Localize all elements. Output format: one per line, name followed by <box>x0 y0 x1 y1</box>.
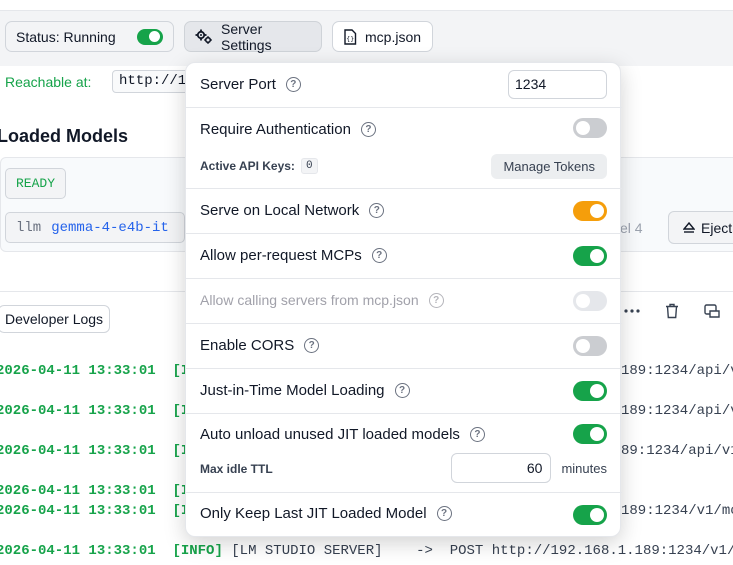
log-timestamp: 2026-04-11 13:33:01 <box>0 483 156 499</box>
jit-loading-label-wrap: Just-in-Time Model Loading ? <box>200 382 410 399</box>
max-idle-ttl-field: 60 minutes <box>451 453 607 483</box>
require-auth-label: Require Authentication <box>200 121 351 138</box>
log-level: [INFO] <box>172 543 223 559</box>
mcp-json-servers-label: Allow calling servers from mcp.json <box>200 292 419 308</box>
model-identifier[interactable]: llm gemma-4-e4b-it <box>5 212 185 243</box>
eject-label: Eject <box>701 219 733 236</box>
mcp-json-button[interactable]: {} mcp.json <box>332 21 433 52</box>
model-type-key: llm <box>16 219 42 236</box>
manage-tokens-button[interactable]: Manage Tokens <box>491 154 607 179</box>
jit-loading-label: Just-in-Time Model Loading <box>200 382 385 399</box>
help-icon[interactable]: ? <box>304 338 320 353</box>
loaded-models-title: Loaded Models <box>0 126 129 146</box>
gears-icon <box>195 29 213 45</box>
local-network-label: Serve on Local Network <box>200 202 360 219</box>
mcp-json-servers-toggle <box>573 291 607 311</box>
active-api-keys: Active API Keys: 0 <box>200 158 318 174</box>
log-toolbar <box>622 303 722 319</box>
setting-local-network: Serve on Local Network ? <box>186 189 622 234</box>
active-api-keys-label: Active API Keys: <box>200 159 295 173</box>
cors-label: Enable CORS <box>200 337 295 354</box>
copy-logs-icon[interactable] <box>702 304 722 318</box>
server-port-input[interactable]: 1234 <box>508 70 607 99</box>
local-network-label-wrap: Serve on Local Network ? <box>200 202 385 219</box>
log-message: 189:1234/v1/mo <box>621 503 733 519</box>
server-settings-popover: Server Port ? 1234 Require Authenticatio… <box>185 62 622 538</box>
log-line: 2026-04-11 13:33:01 [INFO] [LM STUDIO SE… <box>0 543 733 559</box>
setting-jit-loading: Just-in-Time Model Loading ? <box>186 369 622 414</box>
server-port-label-wrap: Server Port ? <box>200 76 301 93</box>
max-idle-ttl-label: Max idle TTL <box>200 462 273 476</box>
trash-icon[interactable] <box>662 303 682 319</box>
log-line: 2026-04-11 13:33:01 [I 189:1234/api/v <box>0 403 733 419</box>
setting-require-auth: Require Authentication ? Active API Keys… <box>186 108 622 189</box>
status-label: Status: Running <box>16 28 116 45</box>
log-timestamp: 2026-04-11 13:33:01 <box>0 543 156 559</box>
status-toggle-pill[interactable]: Status: Running <box>5 21 174 52</box>
cors-label-wrap: Enable CORS ? <box>200 337 320 354</box>
per-request-mcps-toggle[interactable] <box>573 246 607 266</box>
auto-unload-label: Auto unload unused JIT loaded models <box>200 426 460 443</box>
more-options-icon[interactable] <box>622 309 642 313</box>
log-line: 2026-04-11 13:33:01 [I 89:1234/api/v1 <box>0 443 733 459</box>
keep-last-jit-label: Only Keep Last JIT Loaded Model <box>200 505 427 522</box>
help-icon[interactable]: ? <box>285 77 301 92</box>
status-running-toggle[interactable] <box>137 28 163 45</box>
max-idle-ttl-label-wrap: Max idle TTL <box>200 462 273 476</box>
log-timestamp: 2026-04-11 13:33:01 <box>0 403 156 419</box>
svg-text:{}: {} <box>346 35 354 43</box>
log-timestamp: 2026-04-11 13:33:01 <box>0 443 156 459</box>
setting-auto-unload: Auto unload unused JIT loaded models ? M… <box>186 414 622 493</box>
local-network-toggle[interactable] <box>573 201 607 221</box>
help-icon[interactable]: ? <box>436 506 452 521</box>
log-message: 189:1234/api/v <box>621 363 733 379</box>
developer-logs-tab[interactable]: Developer Logs <box>0 305 111 333</box>
cors-toggle[interactable] <box>573 336 607 356</box>
jit-loading-toggle[interactable] <box>573 381 607 401</box>
mcp-json-servers-label-wrap: Allow calling servers from mcp.json ? <box>200 292 444 308</box>
json-file-icon: {} <box>343 28 357 45</box>
log-timestamp: 2026-04-11 13:33:01 <box>0 363 156 379</box>
eject-button[interactable]: Eject <box>668 211 733 244</box>
max-idle-ttl-input[interactable]: 60 <box>451 453 552 483</box>
log-line: 2026-04-11 13:33:01 [I 189:1234/api/v <box>0 363 733 379</box>
keep-last-jit-label-wrap: Only Keep Last JIT Loaded Model ? <box>200 505 452 522</box>
auto-unload-label-wrap: Auto unload unused JIT loaded models ? <box>200 426 485 443</box>
reachable-label: Reachable at: <box>5 74 92 90</box>
require-auth-toggle[interactable] <box>573 118 607 138</box>
setting-per-request-mcps: Allow per-request MCPs ? <box>186 234 622 279</box>
setting-cors: Enable CORS ? <box>186 324 622 369</box>
setting-server-port: Server Port ? 1234 <box>186 63 622 108</box>
log-line: 2026-04-11 13:33:01 [I <box>0 483 189 499</box>
mcp-json-label: mcp.json <box>365 28 422 45</box>
server-settings-label: Server Settings <box>221 20 272 53</box>
max-idle-ttl-unit: minutes <box>561 460 607 476</box>
help-icon[interactable]: ? <box>394 383 410 398</box>
require-auth-label-wrap: Require Authentication ? <box>200 121 376 138</box>
model-status-badge: READY <box>5 168 67 199</box>
help-icon[interactable]: ? <box>428 292 444 308</box>
log-timestamp: 2026-04-11 13:33:01 <box>0 503 156 519</box>
keep-last-jit-toggle[interactable] <box>573 505 607 525</box>
server-port-label: Server Port <box>200 76 276 93</box>
setting-keep-last-jit: Only Keep Last JIT Loaded Model ? <box>186 493 622 538</box>
setting-mcp-json-servers: Allow calling servers from mcp.json ? <box>186 279 622 324</box>
model-name: gemma-4-e4b-it <box>51 219 169 236</box>
parallel-count: el 4 <box>620 220 643 236</box>
per-request-mcps-label: Allow per-request MCPs <box>200 247 362 264</box>
active-api-keys-count: 0 <box>300 158 318 174</box>
auto-unload-toggle[interactable] <box>573 424 607 444</box>
log-message: 189:1234/api/v <box>621 403 733 419</box>
help-icon[interactable]: ? <box>371 248 387 263</box>
eject-icon <box>683 221 695 234</box>
help-icon[interactable]: ? <box>369 203 385 218</box>
help-icon[interactable]: ? <box>360 122 376 137</box>
log-message: 89:1234/api/v1 <box>621 443 733 459</box>
help-icon[interactable]: ? <box>469 427 485 442</box>
server-settings-button[interactable]: Server Settings <box>184 20 322 53</box>
log-line: 2026-04-11 13:33:01 [I 189:1234/v1/mo <box>0 503 733 519</box>
log-message: [LM STUDIO SERVER] -> POST http://192.16… <box>231 543 733 559</box>
per-request-mcps-label-wrap: Allow per-request MCPs ? <box>200 247 387 264</box>
